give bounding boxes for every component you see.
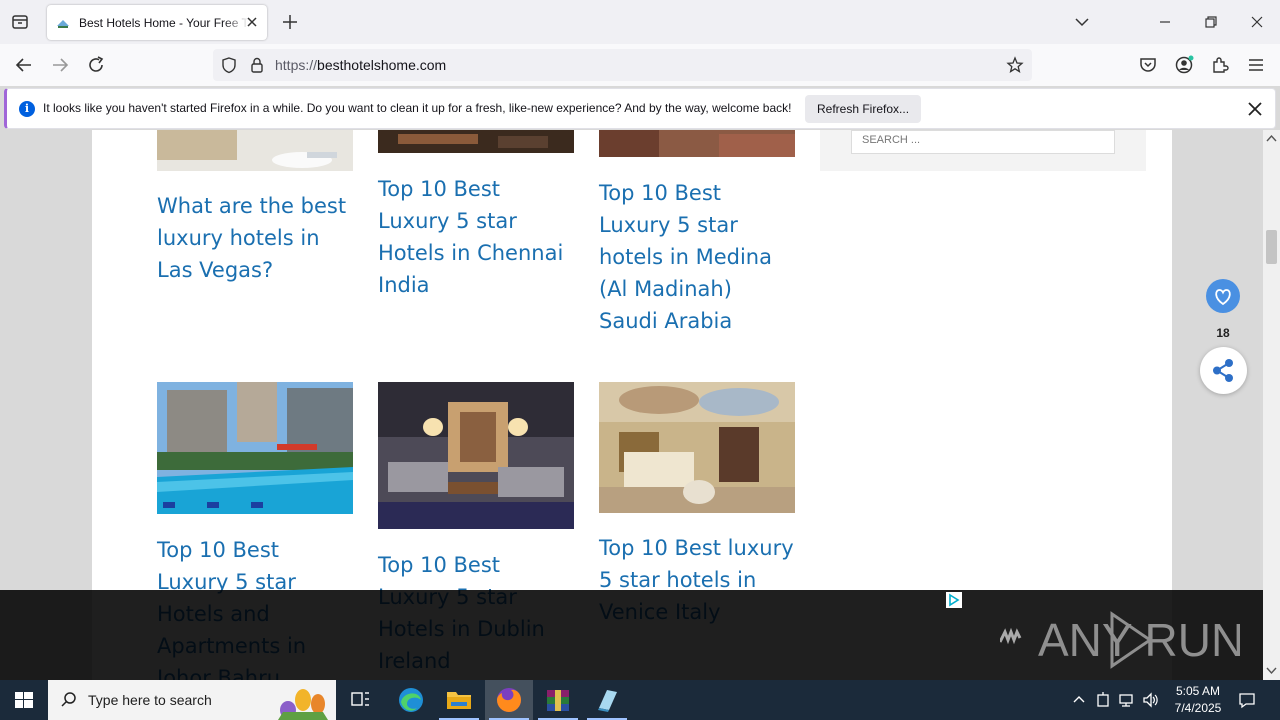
pocket-icon[interactable] (1137, 54, 1159, 76)
tulip-search-highlight-icon (278, 689, 328, 720)
scroll-down-icon[interactable] (1266, 666, 1277, 675)
scroll-up-icon[interactable] (1266, 134, 1277, 143)
tab-list-icon[interactable] (10, 12, 30, 32)
clock-time: 5:05 AM (1175, 684, 1221, 698)
taskbar-firefox[interactable] (485, 680, 533, 720)
active-tab[interactable]: Best Hotels Home - Your Free Travel Guid… (47, 5, 267, 40)
firefox-notification-bar: i It looks like you haven't started Fire… (4, 88, 1276, 129)
post-title-link[interactable]: Top 10 Best Luxury 5 star hotels in Medi… (599, 177, 795, 337)
task-view-icon (351, 692, 369, 706)
network-icon[interactable] (1118, 691, 1136, 709)
firefox-icon (497, 688, 521, 712)
tracking-protection-icon[interactable] (220, 56, 238, 74)
volume-icon[interactable] (1142, 691, 1160, 709)
app-icon (598, 690, 617, 712)
share-button[interactable] (1200, 347, 1247, 394)
like-button[interactable] (1206, 279, 1240, 313)
new-tab-icon[interactable] (281, 13, 299, 31)
minimize-icon[interactable] (1155, 12, 1175, 32)
taskbar-search-placeholder: Type here to search (88, 692, 212, 708)
chevron-down-icon[interactable] (1072, 12, 1092, 32)
task-view-button[interactable] (336, 680, 384, 720)
site-favicon-icon (57, 19, 69, 28)
winrar-icon (547, 690, 569, 711)
scrollbar-thumb[interactable] (1266, 230, 1277, 264)
clock-date: 7/4/2025 (1174, 701, 1222, 715)
heart-icon (1215, 289, 1231, 306)
taskbar-file-explorer[interactable] (435, 680, 483, 720)
taskbar-search-box[interactable]: Type here to search (48, 680, 336, 720)
windows-start-icon[interactable] (0, 680, 48, 720)
taskbar-winrar[interactable] (534, 680, 582, 720)
post-thumbnail[interactable] (378, 382, 574, 529)
search-input[interactable]: SEARCH ... (851, 130, 1115, 154)
close-notification-icon[interactable] (1247, 101, 1263, 117)
edge-icon (399, 688, 423, 712)
sidebar-search-widget: SEARCH ... (820, 130, 1146, 171)
anyrun-logo: ANY RUN (1000, 611, 1240, 669)
address-bar[interactable]: https://besthotelshome.com (213, 49, 1032, 81)
reload-icon[interactable] (85, 54, 107, 76)
taskbar-clock[interactable]: 5:05 AM 7/4/2025 (1168, 683, 1228, 717)
search-icon (61, 692, 76, 707)
notifications-icon[interactable] (1238, 691, 1256, 709)
post-thumbnail[interactable] (157, 130, 353, 171)
menu-icon[interactable] (1245, 54, 1267, 76)
svg-text:ANY RUN: ANY RUN (1038, 614, 1240, 666)
forward-icon[interactable] (49, 54, 71, 76)
post-thumbnail[interactable] (599, 382, 795, 513)
windows-taskbar: Type here to search 5:05 AM 7/4/2025 (0, 680, 1280, 720)
post-title-link[interactable]: What are the best luxury hotels in Las V… (157, 190, 353, 286)
extensions-icon[interactable] (1209, 54, 1231, 76)
ad-choices-icon[interactable] (946, 592, 962, 608)
post-thumbnail[interactable] (378, 130, 574, 153)
navigation-bar: https://besthotelshome.com (0, 44, 1280, 86)
back-icon[interactable] (13, 54, 35, 76)
post-title-link[interactable]: Top 10 Best Luxury 5 star Hotels in Chen… (378, 173, 574, 301)
bookmark-star-icon[interactable] (1006, 56, 1024, 74)
vertical-scrollbar[interactable] (1263, 130, 1280, 680)
restore-icon[interactable] (1201, 12, 1221, 32)
url-text[interactable]: https://besthotelshome.com (275, 57, 446, 73)
tab-title: Best Hotels Home - Your Free Travel Guid… (79, 15, 249, 30)
info-icon: i (19, 101, 35, 117)
share-icon (1213, 359, 1233, 382)
post-thumbnail[interactable] (157, 382, 353, 514)
tab-bar: Best Hotels Home - Your Free Travel Guid… (0, 0, 1280, 44)
show-hidden-icons-icon[interactable] (1070, 691, 1088, 709)
folder-icon (447, 692, 471, 709)
lock-icon[interactable] (248, 56, 266, 74)
post-thumbnail[interactable] (599, 130, 795, 157)
notification-message: It looks like you haven't started Firefo… (43, 101, 792, 115)
ad-overlay: ANY RUN (0, 590, 1263, 680)
account-icon[interactable] (1173, 54, 1195, 76)
device-icon[interactable] (1094, 691, 1112, 709)
close-window-icon[interactable] (1247, 12, 1267, 32)
taskbar-app[interactable] (583, 680, 631, 720)
share-count: 18 (1216, 326, 1230, 340)
refresh-firefox-button[interactable]: Refresh Firefox... (805, 95, 922, 123)
close-tab-icon[interactable] (245, 15, 259, 29)
taskbar-edge[interactable] (387, 680, 435, 720)
